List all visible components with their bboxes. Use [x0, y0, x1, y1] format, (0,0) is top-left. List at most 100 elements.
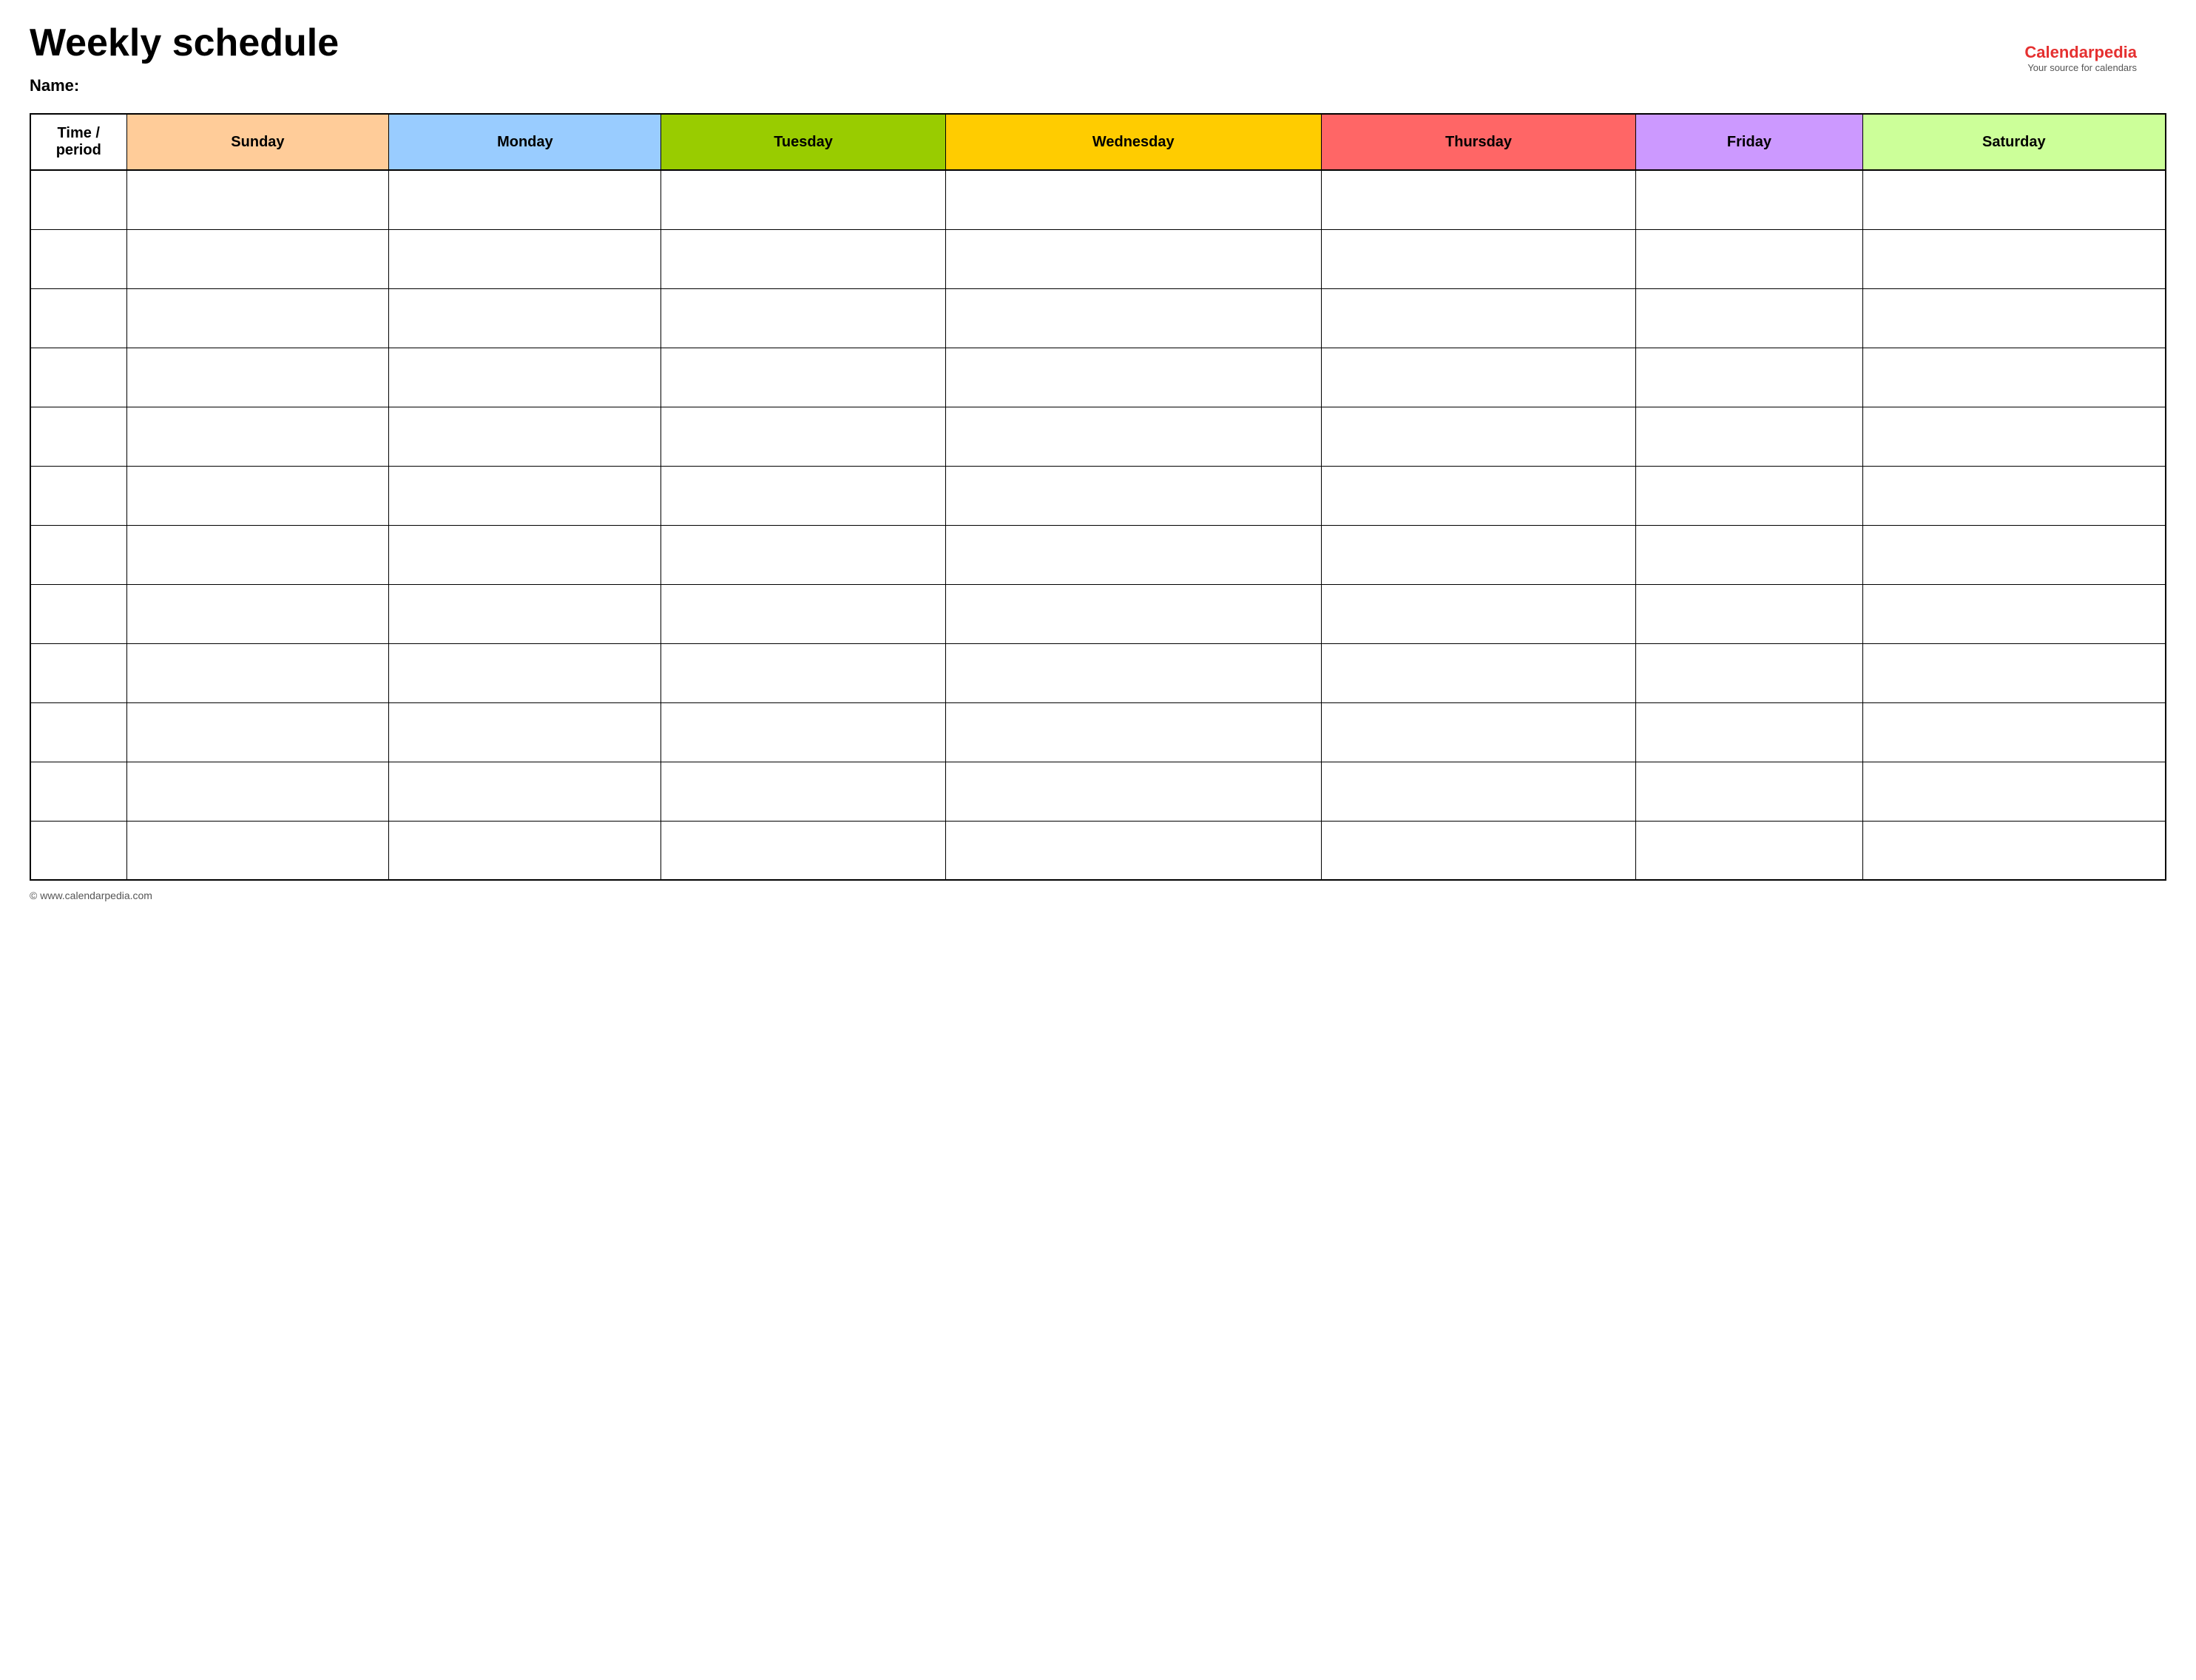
day-cell[interactable]	[1321, 702, 1636, 762]
day-cell[interactable]	[1862, 288, 2166, 348]
day-cell[interactable]	[389, 170, 661, 229]
day-cell[interactable]	[945, 525, 1321, 584]
day-cell[interactable]	[661, 466, 945, 525]
day-cell[interactable]	[126, 762, 389, 821]
day-cell[interactable]	[945, 407, 1321, 466]
time-cell[interactable]	[30, 762, 126, 821]
day-cell[interactable]	[1636, 170, 1862, 229]
day-cell[interactable]	[945, 348, 1321, 407]
day-cell[interactable]	[661, 525, 945, 584]
day-cell[interactable]	[945, 702, 1321, 762]
time-cell[interactable]	[30, 525, 126, 584]
schedule-table: Time / period Sunday Monday Tuesday Wedn…	[30, 113, 2166, 881]
day-cell[interactable]	[126, 821, 389, 880]
day-cell[interactable]	[1321, 170, 1636, 229]
day-cell[interactable]	[126, 170, 389, 229]
day-cell[interactable]	[945, 288, 1321, 348]
day-cell[interactable]	[661, 821, 945, 880]
day-cell[interactable]	[661, 643, 945, 702]
day-cell[interactable]	[1862, 525, 2166, 584]
day-cell[interactable]	[1321, 466, 1636, 525]
day-cell[interactable]	[126, 466, 389, 525]
day-cell[interactable]	[661, 288, 945, 348]
day-cell[interactable]	[1321, 407, 1636, 466]
day-cell[interactable]	[1862, 466, 2166, 525]
day-cell[interactable]	[389, 643, 661, 702]
time-cell[interactable]	[30, 170, 126, 229]
day-cell[interactable]	[1321, 821, 1636, 880]
time-cell[interactable]	[30, 643, 126, 702]
day-cell[interactable]	[945, 229, 1321, 288]
day-cell[interactable]	[661, 702, 945, 762]
day-cell[interactable]	[1862, 821, 2166, 880]
day-cell[interactable]	[1862, 170, 2166, 229]
day-cell[interactable]	[1636, 643, 1862, 702]
day-cell[interactable]	[1636, 525, 1862, 584]
day-cell[interactable]	[1636, 407, 1862, 466]
day-cell[interactable]	[1636, 348, 1862, 407]
day-cell[interactable]	[1862, 702, 2166, 762]
day-cell[interactable]	[1636, 288, 1862, 348]
day-cell[interactable]	[389, 762, 661, 821]
day-cell[interactable]	[661, 348, 945, 407]
day-cell[interactable]	[661, 762, 945, 821]
time-cell[interactable]	[30, 702, 126, 762]
day-cell[interactable]	[126, 288, 389, 348]
day-cell[interactable]	[661, 170, 945, 229]
day-cell[interactable]	[126, 702, 389, 762]
day-cell[interactable]	[1862, 584, 2166, 643]
day-cell[interactable]	[1636, 229, 1862, 288]
day-cell[interactable]	[945, 466, 1321, 525]
time-cell[interactable]	[30, 466, 126, 525]
day-cell[interactable]	[389, 348, 661, 407]
table-row	[30, 288, 2166, 348]
day-cell[interactable]	[661, 229, 945, 288]
time-cell[interactable]	[30, 229, 126, 288]
day-cell[interactable]	[945, 584, 1321, 643]
day-cell[interactable]	[389, 821, 661, 880]
day-cell[interactable]	[1636, 466, 1862, 525]
day-cell[interactable]	[389, 584, 661, 643]
day-cell[interactable]	[945, 821, 1321, 880]
day-cell[interactable]	[389, 702, 661, 762]
day-cell[interactable]	[1862, 407, 2166, 466]
time-cell[interactable]	[30, 288, 126, 348]
day-cell[interactable]	[126, 229, 389, 288]
day-cell[interactable]	[389, 525, 661, 584]
day-cell[interactable]	[1636, 584, 1862, 643]
day-cell[interactable]	[1321, 584, 1636, 643]
day-cell[interactable]	[126, 643, 389, 702]
col-header-wednesday: Wednesday	[945, 114, 1321, 170]
day-cell[interactable]	[1636, 762, 1862, 821]
day-cell[interactable]	[1321, 762, 1636, 821]
day-cell[interactable]	[945, 762, 1321, 821]
day-cell[interactable]	[1321, 643, 1636, 702]
day-cell[interactable]	[661, 584, 945, 643]
day-cell[interactable]	[126, 407, 389, 466]
day-cell[interactable]	[1321, 229, 1636, 288]
day-cell[interactable]	[1862, 762, 2166, 821]
day-cell[interactable]	[1636, 821, 1862, 880]
day-cell[interactable]	[945, 643, 1321, 702]
day-cell[interactable]	[389, 288, 661, 348]
time-cell[interactable]	[30, 584, 126, 643]
time-cell[interactable]	[30, 821, 126, 880]
day-cell[interactable]	[389, 466, 661, 525]
day-cell[interactable]	[126, 584, 389, 643]
time-cell[interactable]	[30, 348, 126, 407]
day-cell[interactable]	[1321, 288, 1636, 348]
day-cell[interactable]	[1862, 348, 2166, 407]
time-cell[interactable]	[30, 407, 126, 466]
day-cell[interactable]	[1636, 702, 1862, 762]
day-cell[interactable]	[1321, 348, 1636, 407]
day-cell[interactable]	[126, 525, 389, 584]
day-cell[interactable]	[1862, 229, 2166, 288]
day-cell[interactable]	[661, 407, 945, 466]
day-cell[interactable]	[126, 348, 389, 407]
day-cell[interactable]	[945, 170, 1321, 229]
day-cell[interactable]	[1862, 643, 2166, 702]
day-cell[interactable]	[389, 229, 661, 288]
logo-brand: Calendar	[2024, 43, 2094, 61]
day-cell[interactable]	[1321, 525, 1636, 584]
day-cell[interactable]	[389, 407, 661, 466]
